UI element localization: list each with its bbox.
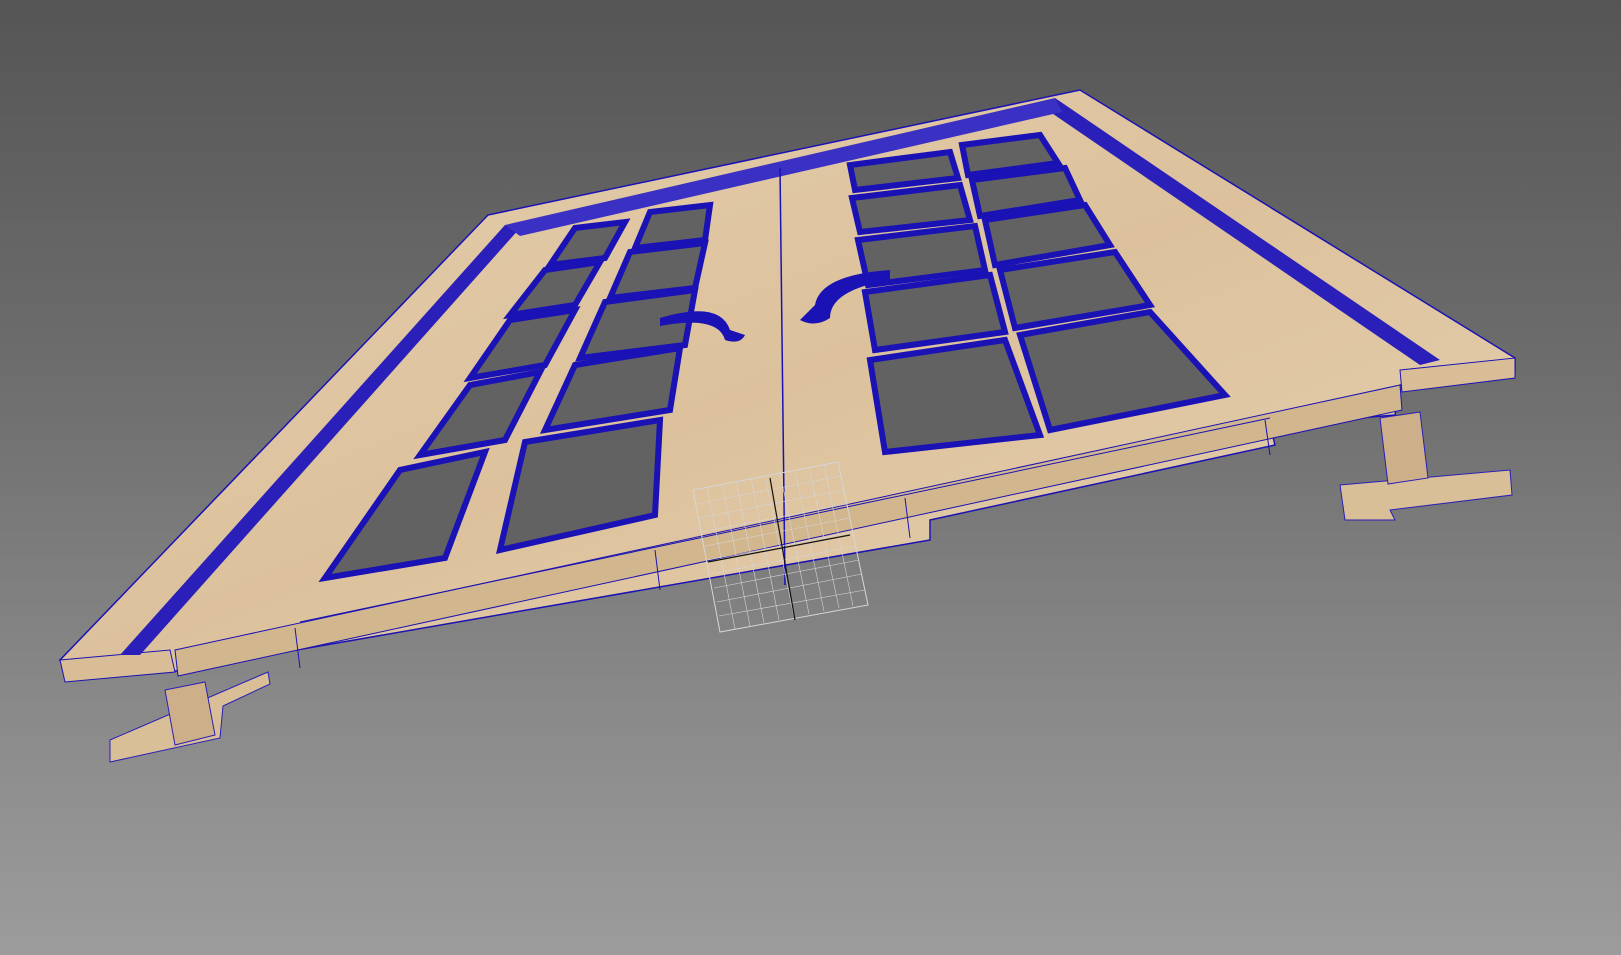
door-model[interactable] bbox=[0, 0, 1621, 955]
door-frame bbox=[58, 89, 1516, 683]
left-support bbox=[109, 671, 271, 763]
right-support bbox=[1339, 411, 1513, 521]
3d-viewport[interactable] bbox=[0, 0, 1621, 955]
